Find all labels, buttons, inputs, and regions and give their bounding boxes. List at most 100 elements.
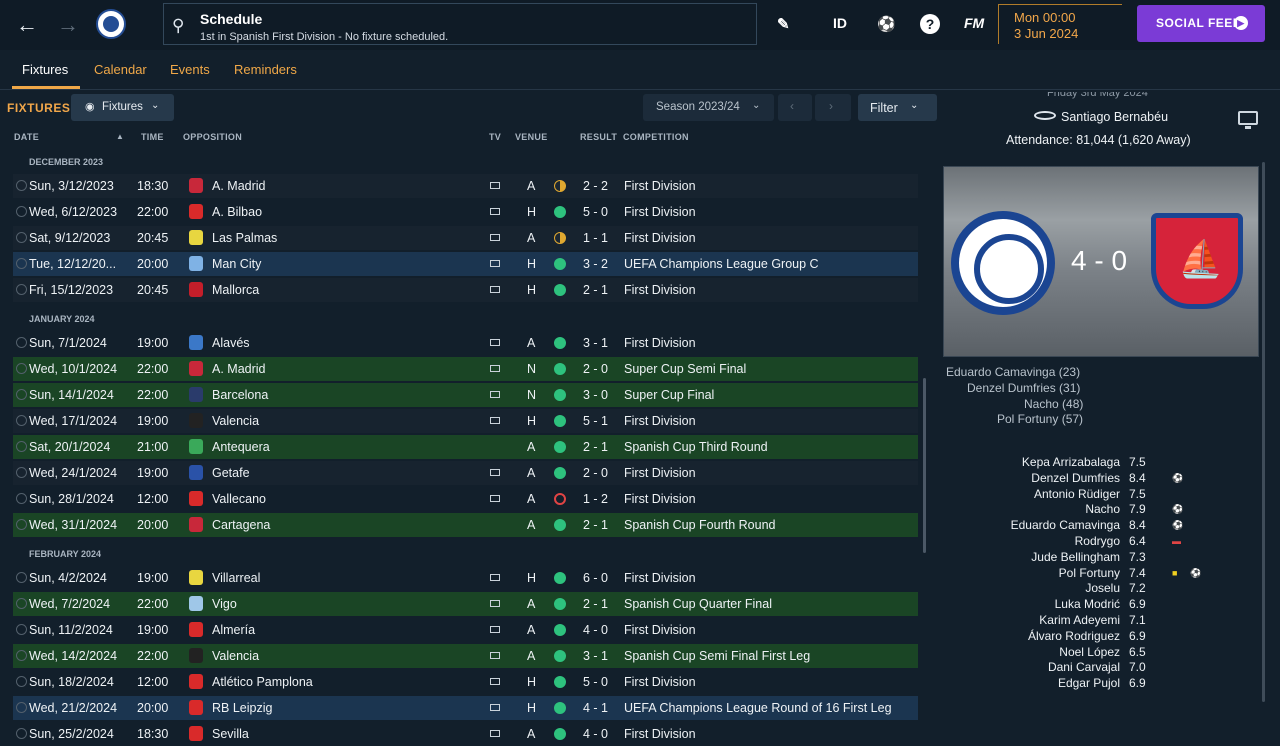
tab-fixtures[interactable]: Fixtures	[22, 62, 68, 77]
club-logo[interactable]	[96, 9, 126, 39]
player-name[interactable]: Nacho	[1010, 502, 1120, 516]
result-score[interactable]: 2 - 0	[583, 466, 608, 480]
result-score[interactable]: 3 - 0	[583, 388, 608, 402]
result-score[interactable]: 5 - 1	[583, 414, 608, 428]
opposition-link[interactable]: Alavés	[212, 336, 250, 350]
table-row[interactable]: Wed, 6/12/2023 22:00 A. Bilbao H 5 - 0 First …	[13, 200, 918, 224]
col-tv[interactable]: TV	[489, 132, 501, 142]
check-icon[interactable]	[16, 676, 27, 687]
table-row[interactable]: Sun, 14/1/2024 22:00 Barcelona N 3 - 0 Super …	[13, 383, 918, 407]
col-competition[interactable]: COMPETITION	[623, 132, 689, 142]
opposition-link[interactable]: Valencia	[212, 649, 259, 663]
competition-link[interactable]: First Division	[624, 336, 696, 350]
player-name[interactable]: Luka Modrić	[1010, 597, 1120, 611]
opposition-link[interactable]: Antequera	[212, 440, 270, 454]
table-row[interactable]: Sun, 18/2/2024 12:00 Atlético Pamplona H 5 -…	[13, 670, 918, 694]
player-name[interactable]: Kepa Arrizabalaga	[1010, 455, 1120, 469]
pencil-icon[interactable]: ✎	[777, 15, 790, 33]
table-row[interactable]: Wed, 24/1/2024 19:00 Getafe A 2 - 0 First Div…	[13, 461, 918, 485]
result-score[interactable]: 2 - 1	[583, 283, 608, 297]
competition-link[interactable]: Spanish Cup Quarter Final	[624, 597, 772, 611]
player-name[interactable]: Dani Carvajal	[1010, 660, 1120, 674]
opposition-link[interactable]: Valencia	[212, 414, 259, 428]
game-date[interactable]: Mon 00:00 3 Jun 2024	[998, 4, 1122, 44]
search-icon[interactable]: ⚲	[172, 16, 184, 36]
opposition-link[interactable]: Barcelona	[212, 388, 268, 402]
opposition-link[interactable]: A. Madrid	[212, 179, 266, 193]
competition-link[interactable]: Spanish Cup Third Round	[624, 440, 768, 454]
opposition-link[interactable]: A. Bilbao	[212, 205, 262, 219]
table-row[interactable]: Sat, 20/1/2024 21:00 Antequera A 2 - 1 Spanis…	[13, 435, 918, 459]
table-row[interactable]: Tue, 12/12/20... 20:00 Man City H 3 - 2 UEFA …	[13, 252, 918, 276]
back-arrow-icon[interactable]: ←	[16, 13, 38, 37]
filter-button[interactable]: Filter ⌄	[858, 94, 937, 121]
id-icon[interactable]: ID	[833, 15, 847, 31]
table-row[interactable]: Wed, 17/1/2024 19:00 Valencia H 5 - 1 First D…	[13, 409, 918, 433]
check-icon[interactable]	[16, 180, 27, 191]
check-icon[interactable]	[16, 493, 27, 504]
result-score[interactable]: 2 - 1	[583, 518, 608, 532]
competition-link[interactable]: First Division	[624, 466, 696, 480]
competition-link[interactable]: First Division	[624, 571, 696, 585]
season-dropdown[interactable]: Season 2023/24 ⌄	[643, 94, 774, 121]
opposition-link[interactable]: Mallorca	[212, 283, 259, 297]
table-row[interactable]: Sun, 3/12/2023 18:30 A. Madrid A 2 - 2 First …	[13, 174, 918, 198]
table-row[interactable]: Sun, 11/2/2024 19:00 Almería A 4 - 0 First Di…	[13, 618, 918, 642]
result-score[interactable]: 6 - 0	[583, 571, 608, 585]
check-icon[interactable]	[16, 728, 27, 739]
player-name[interactable]: Denzel Dumfries	[1010, 471, 1120, 485]
check-icon[interactable]	[16, 572, 27, 583]
competition-link[interactable]: First Division	[624, 623, 696, 637]
col-opposition[interactable]: OPPOSITION	[183, 132, 242, 142]
opposition-link[interactable]: Cartagena	[212, 518, 270, 532]
next-season-button[interactable]: ›	[815, 94, 851, 121]
check-icon[interactable]	[16, 363, 27, 374]
competition-link[interactable]: First Division	[624, 492, 696, 506]
col-result[interactable]: RESULT	[580, 132, 617, 142]
table-row[interactable]: Wed, 14/2/2024 22:00 Valencia A 3 - 1 Spanish…	[13, 644, 918, 668]
result-score[interactable]: 2 - 2	[583, 179, 608, 193]
player-name[interactable]: Edgar Pujol	[1010, 676, 1120, 690]
col-venue[interactable]: VENUE	[515, 132, 548, 142]
check-icon[interactable]	[16, 624, 27, 635]
table-row[interactable]: Sun, 7/1/2024 19:00 Alavés A 3 - 1 First Divi…	[13, 331, 918, 355]
result-score[interactable]: 5 - 0	[583, 675, 608, 689]
competition-link[interactable]: First Division	[624, 283, 696, 297]
check-icon[interactable]	[16, 441, 27, 452]
player-name[interactable]: Antonio Rüdiger	[1010, 487, 1120, 501]
table-row[interactable]: Wed, 21/2/2024 20:00 RB Leipzig H 4 - 1 UEFA …	[13, 696, 918, 720]
competition-link[interactable]: First Division	[624, 205, 696, 219]
opposition-link[interactable]: Las Palmas	[212, 231, 277, 245]
result-score[interactable]: 2 - 0	[583, 362, 608, 376]
competition-link[interactable]: First Division	[624, 231, 696, 245]
opposition-link[interactable]: Man City	[212, 257, 261, 271]
check-icon[interactable]	[16, 650, 27, 661]
check-icon[interactable]	[16, 702, 27, 713]
table-row[interactable]: Wed, 10/1/2024 22:00 A. Madrid N 2 - 0 Super …	[13, 357, 918, 381]
competition-link[interactable]: Spanish Cup Semi Final First Leg	[624, 649, 810, 663]
result-score[interactable]: 5 - 0	[583, 205, 608, 219]
opposition-link[interactable]: Sevilla	[212, 727, 249, 741]
check-icon[interactable]	[16, 598, 27, 609]
result-score[interactable]: 2 - 1	[583, 440, 608, 454]
table-row[interactable]: Wed, 7/2/2024 22:00 Vigo A 2 - 1 Spanish Cup …	[13, 592, 918, 616]
check-icon[interactable]	[16, 519, 27, 530]
col-date[interactable]: DATE	[14, 132, 39, 142]
opposition-link[interactable]: Atlético Pamplona	[212, 675, 313, 689]
check-icon[interactable]	[16, 467, 27, 478]
sort-asc-icon[interactable]: ▲	[116, 132, 124, 141]
result-score[interactable]: 3 - 1	[583, 336, 608, 350]
competition-link[interactable]: First Division	[624, 727, 696, 741]
check-icon[interactable]	[16, 206, 27, 217]
competition-link[interactable]: UEFA Champions League Group C	[624, 257, 819, 271]
tab-calendar[interactable]: Calendar	[94, 62, 147, 77]
player-name[interactable]: Eduardo Camavinga	[1010, 518, 1120, 532]
forward-arrow-icon[interactable]: →	[57, 13, 79, 37]
player-name[interactable]: Pol Fortuny	[1010, 566, 1120, 580]
competition-link[interactable]: First Division	[624, 179, 696, 193]
monitor-icon[interactable]	[1238, 111, 1258, 129]
result-score[interactable]: 3 - 1	[583, 649, 608, 663]
scrollbar[interactable]	[923, 378, 926, 553]
result-score[interactable]: 4 - 0	[583, 623, 608, 637]
table-row[interactable]: Wed, 31/1/2024 20:00 Cartagena A 2 - 1 Spanis…	[13, 513, 918, 537]
